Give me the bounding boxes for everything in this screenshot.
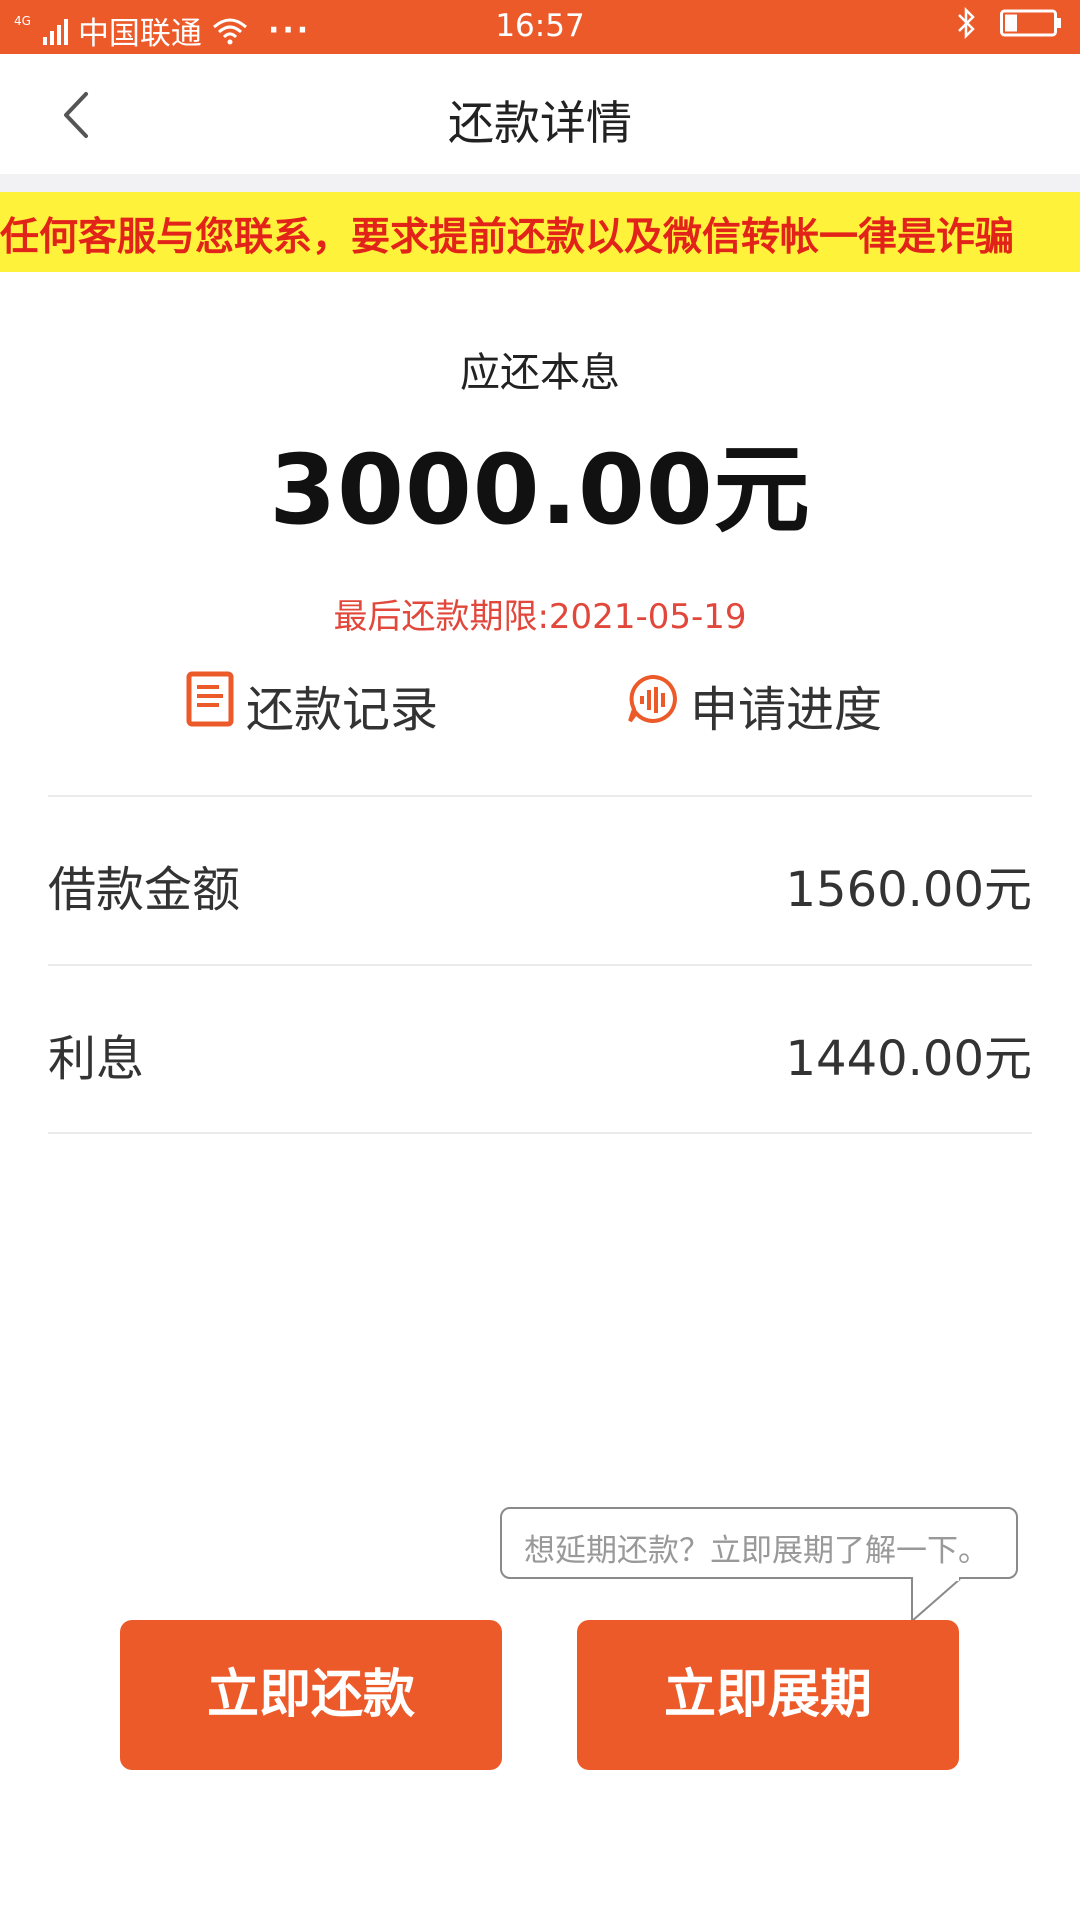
divider <box>48 795 1032 797</box>
fraud-notice-text: 任何客服与您联系，要求提前还款以及微信转帐一律是诈骗 <box>0 215 1015 260</box>
detail-row-interest: 利息 1440.00元 <box>48 1009 1032 1099</box>
nav-divider <box>0 174 1080 192</box>
detail-row-loan-amount: 借款金额 1560.00元 <box>48 840 1032 930</box>
repayment-deadline: 最后还款期限:2021-05-19 <box>333 597 747 637</box>
battery-icon <box>1000 7 1062 39</box>
application-progress-link[interactable]: 申请进度 <box>626 670 882 740</box>
status-bar: 4G 中国联通 ··· 16:57 <box>0 0 1080 54</box>
speech-bubble-icon <box>626 673 678 737</box>
page-title: 还款详情 <box>448 96 632 150</box>
status-right <box>956 6 1062 40</box>
tooltip-tail <box>911 1577 961 1624</box>
interest-value: 1440.00元 <box>785 1031 1033 1087</box>
status-time: 16:57 <box>495 8 585 44</box>
repayment-record-link[interactable]: 还款记录 <box>186 670 438 740</box>
loan-amount-value: 1560.00元 <box>785 862 1033 918</box>
bluetooth-icon <box>956 6 978 40</box>
nav-bar: 还款详情 <box>0 54 1080 174</box>
summary-label: 应还本息 <box>460 350 620 396</box>
document-icon <box>186 671 234 739</box>
repayment-record-label: 还款记录 <box>246 682 439 738</box>
divider <box>48 964 1032 966</box>
application-progress-label: 申请进度 <box>690 682 883 738</box>
interest-label: 利息 <box>48 1031 145 1087</box>
extension-tooltip-text: 想延期还款？立即展期了解一下。 <box>524 1533 989 1569</box>
divider <box>48 1132 1032 1134</box>
repayment-summary: 应还本息 3000.00元 最后还款期限:2021-05-19 <box>0 340 1080 638</box>
repay-now-button[interactable]: 立即还款 <box>120 1620 502 1770</box>
summary-amount: 3000.00元 <box>269 434 811 546</box>
extend-now-button[interactable]: 立即展期 <box>577 1620 959 1770</box>
actions-row: 还款记录 申请进度 <box>0 670 1080 740</box>
extension-tooltip: 想延期还款？立即展期了解一下。 <box>500 1507 1018 1579</box>
fraud-notice-bar: 任何客服与您联系，要求提前还款以及微信转帐一律是诈骗 <box>0 192 1080 272</box>
loan-amount-label: 借款金额 <box>48 862 241 918</box>
